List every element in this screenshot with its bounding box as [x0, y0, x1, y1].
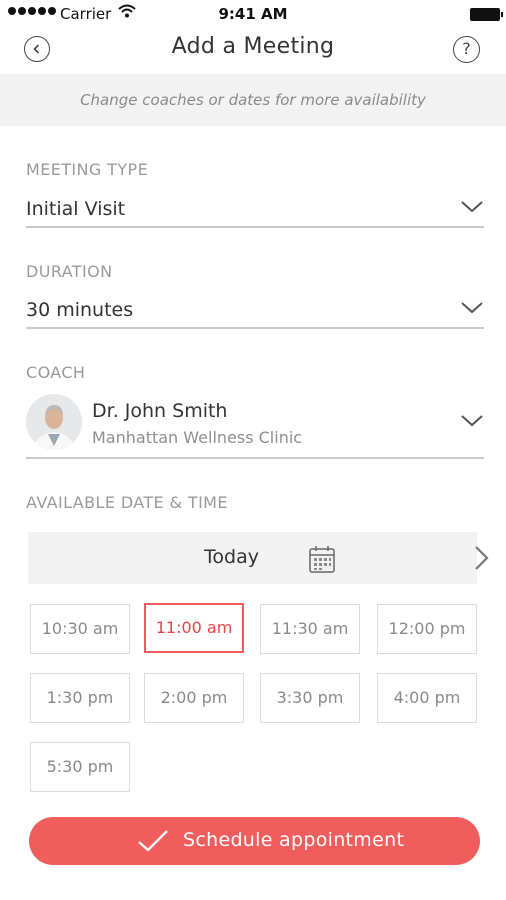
meeting-type-label: MEETING TYPE — [26, 160, 149, 179]
availability-banner: Change coaches or dates for more availab… — [0, 74, 506, 126]
meeting-type-value[interactable]: Initial Visit — [26, 198, 125, 220]
time-slot[interactable]: 2:00 pm — [144, 673, 244, 723]
time-slot[interactable]: 10:30 am — [30, 604, 130, 654]
page-title: Add a Meeting — [171, 34, 335, 59]
chevron-down-icon[interactable] — [460, 413, 484, 432]
chevron-down-icon[interactable] — [460, 199, 484, 218]
status-time: 9:41 AM — [218, 5, 288, 23]
time-slot[interactable]: 3:30 pm — [260, 673, 360, 723]
coach-avatar — [26, 394, 82, 450]
help-button[interactable]: ? — [453, 36, 480, 63]
coach-divider — [26, 457, 484, 459]
status-bar: Carrier 9:41 AM — [0, 0, 506, 30]
selected-date: Today — [204, 546, 259, 568]
coach-clinic: Manhattan Wellness Clinic — [92, 428, 303, 447]
help-icon: ? — [462, 39, 471, 58]
duration-value[interactable]: 30 minutes — [26, 299, 133, 321]
time-slot[interactable]: 1:30 pm — [30, 673, 130, 723]
calendar-icon[interactable] — [309, 545, 335, 577]
duration-divider — [26, 327, 484, 329]
schedule-appointment-label: Schedule appointment — [183, 829, 405, 851]
chevron-down-icon[interactable] — [460, 300, 484, 319]
schedule-appointment-button[interactable]: Schedule appointment — [29, 817, 480, 865]
time-slot[interactable]: 4:00 pm — [377, 673, 477, 723]
time-slot[interactable]: 12:00 pm — [377, 604, 477, 654]
coach-label: COACH — [26, 363, 86, 382]
checkmark-icon — [137, 829, 169, 857]
coach-name: Dr. John Smith — [92, 400, 228, 422]
duration-label: DURATION — [26, 262, 113, 281]
chevron-right-icon[interactable] — [474, 545, 490, 575]
availability-label: AVAILABLE DATE & TIME — [26, 493, 228, 512]
banner-text: Change coaches or dates for more availab… — [80, 91, 426, 109]
battery-icon — [470, 8, 503, 21]
date-selector[interactable]: Today — [28, 532, 489, 584]
time-slot[interactable]: 5:30 pm — [30, 742, 130, 792]
meeting-type-divider — [26, 226, 484, 228]
time-slot[interactable]: 11:30 am — [260, 604, 360, 654]
time-slot-selected[interactable]: 11:00 am — [144, 603, 244, 653]
